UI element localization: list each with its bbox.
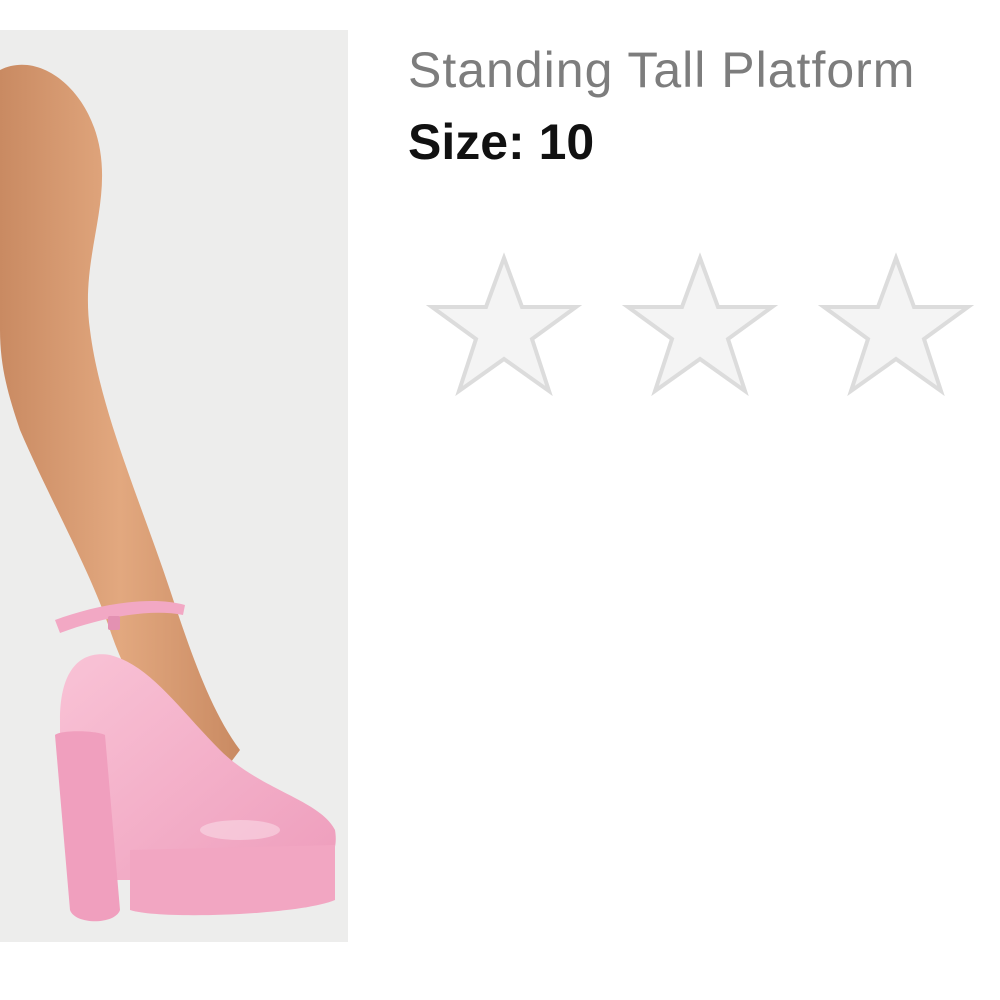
product-image (0, 30, 348, 942)
star-rating[interactable] (426, 252, 974, 398)
star-3-icon[interactable] (818, 252, 974, 398)
product-title: Standing Tall Platform (408, 42, 916, 98)
star-1-icon[interactable] (426, 252, 582, 398)
star-2-icon[interactable] (622, 252, 778, 398)
pink-platform-heel-photo (0, 64, 336, 922)
product-size: Size: 10 (408, 114, 595, 170)
